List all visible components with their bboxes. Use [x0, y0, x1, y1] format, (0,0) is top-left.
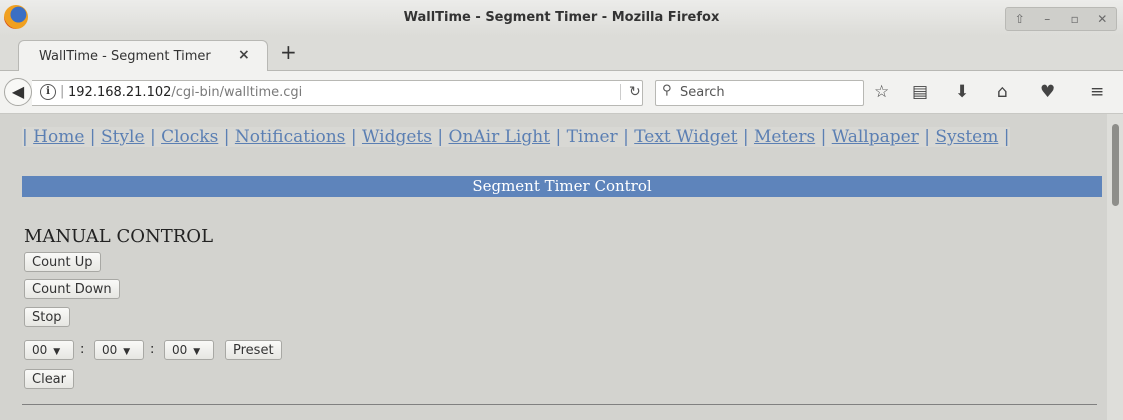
nav-link-system[interactable]: System: [935, 127, 998, 147]
url-separator: |: [60, 84, 65, 99]
time-colon-1: :: [80, 342, 85, 357]
url-path: /cgi-bin/walltime.cgi: [171, 85, 303, 100]
tab-close-icon[interactable]: ×: [238, 47, 250, 63]
nav-link-style[interactable]: Style: [101, 127, 145, 147]
nav-link-meters[interactable]: Meters: [754, 127, 815, 147]
seconds-value: 00: [172, 343, 188, 357]
hours-value: 00: [32, 343, 48, 357]
nav-link-notifications[interactable]: Notifications: [235, 127, 346, 147]
url-bar[interactable]: i | 192.168.21.102/cgi-bin/walltime.cgi …: [32, 80, 643, 106]
restore-icon[interactable]: ▫: [1066, 12, 1084, 26]
hours-select[interactable]: 00 ▼: [24, 340, 74, 360]
new-tab-button[interactable]: +: [280, 42, 297, 62]
pocket-icon[interactable]: ♥: [1040, 82, 1055, 102]
nav-link-widgets[interactable]: Widgets: [362, 127, 432, 147]
count-down-button[interactable]: Count Down: [24, 279, 120, 299]
manual-control-heading: MANUAL CONTROL: [24, 226, 214, 247]
bookmark-star-icon[interactable]: ☆: [874, 82, 889, 102]
back-arrow-icon[interactable]: ◀: [4, 78, 32, 106]
nav-link-home[interactable]: Home: [33, 127, 84, 147]
url-text: 192.168.21.102/cgi-bin/walltime.cgi: [68, 85, 302, 100]
nav-link-onair-light[interactable]: OnAir Light: [449, 127, 551, 147]
title-bar: WallTime - Segment Timer - Mozilla Firef…: [0, 0, 1123, 37]
seconds-select[interactable]: 00 ▼: [164, 340, 214, 360]
menu-icon[interactable]: ≡: [1090, 82, 1104, 102]
minimize-icon[interactable]: –: [1038, 12, 1056, 26]
site-nav: | Home | Style | Clocks | Notifications …: [22, 127, 1010, 147]
window-controls: ⇧ – ▫ ✕: [1005, 7, 1117, 31]
url-host: 192.168.21.102: [68, 85, 172, 100]
close-window-icon[interactable]: ✕: [1093, 12, 1111, 26]
stop-button[interactable]: Stop: [24, 307, 70, 327]
chevron-down-icon: ▼: [123, 347, 131, 357]
chevron-down-icon: ▼: [53, 347, 61, 357]
nav-link-text-widget[interactable]: Text Widget: [634, 127, 737, 147]
tab-walltime[interactable]: WallTime - Segment Timer ×: [18, 40, 268, 71]
chevron-down-icon: ▼: [193, 347, 201, 357]
search-input[interactable]: ⚲ Search: [655, 80, 864, 106]
reload-icon[interactable]: ↻: [620, 84, 641, 100]
nav-link-clocks[interactable]: Clocks: [161, 127, 218, 147]
divider: [22, 404, 1097, 405]
minutes-select[interactable]: 00 ▼: [94, 340, 144, 360]
clear-button[interactable]: Clear: [24, 369, 74, 389]
preset-button[interactable]: Preset: [225, 340, 282, 360]
search-placeholder: Search: [680, 85, 725, 100]
time-colon-2: :: [150, 342, 155, 357]
maximize-up-icon[interactable]: ⇧: [1011, 12, 1029, 26]
search-icon: ⚲: [662, 83, 672, 98]
minutes-value: 00: [102, 343, 118, 357]
download-icon[interactable]: ⬇: [955, 82, 969, 102]
page-content: [0, 114, 1107, 420]
nav-link-wallpaper[interactable]: Wallpaper: [832, 127, 919, 147]
tab-label: WallTime - Segment Timer: [39, 49, 211, 64]
reading-list-icon[interactable]: ▤: [912, 82, 928, 102]
nav-current-timer: Timer: [566, 127, 618, 147]
navigation-bar: ◀ i | 192.168.21.102/cgi-bin/walltime.cg…: [0, 71, 1123, 114]
count-up-button[interactable]: Count Up: [24, 252, 101, 272]
scrollbar-thumb[interactable]: [1112, 124, 1119, 206]
section-banner: Segment Timer Control: [22, 176, 1102, 197]
window-title: WallTime - Segment Timer - Mozilla Firef…: [403, 10, 720, 25]
tab-strip: WallTime - Segment Timer × +: [0, 36, 1123, 71]
home-icon[interactable]: ⌂: [997, 82, 1008, 102]
info-icon[interactable]: i: [40, 84, 56, 100]
